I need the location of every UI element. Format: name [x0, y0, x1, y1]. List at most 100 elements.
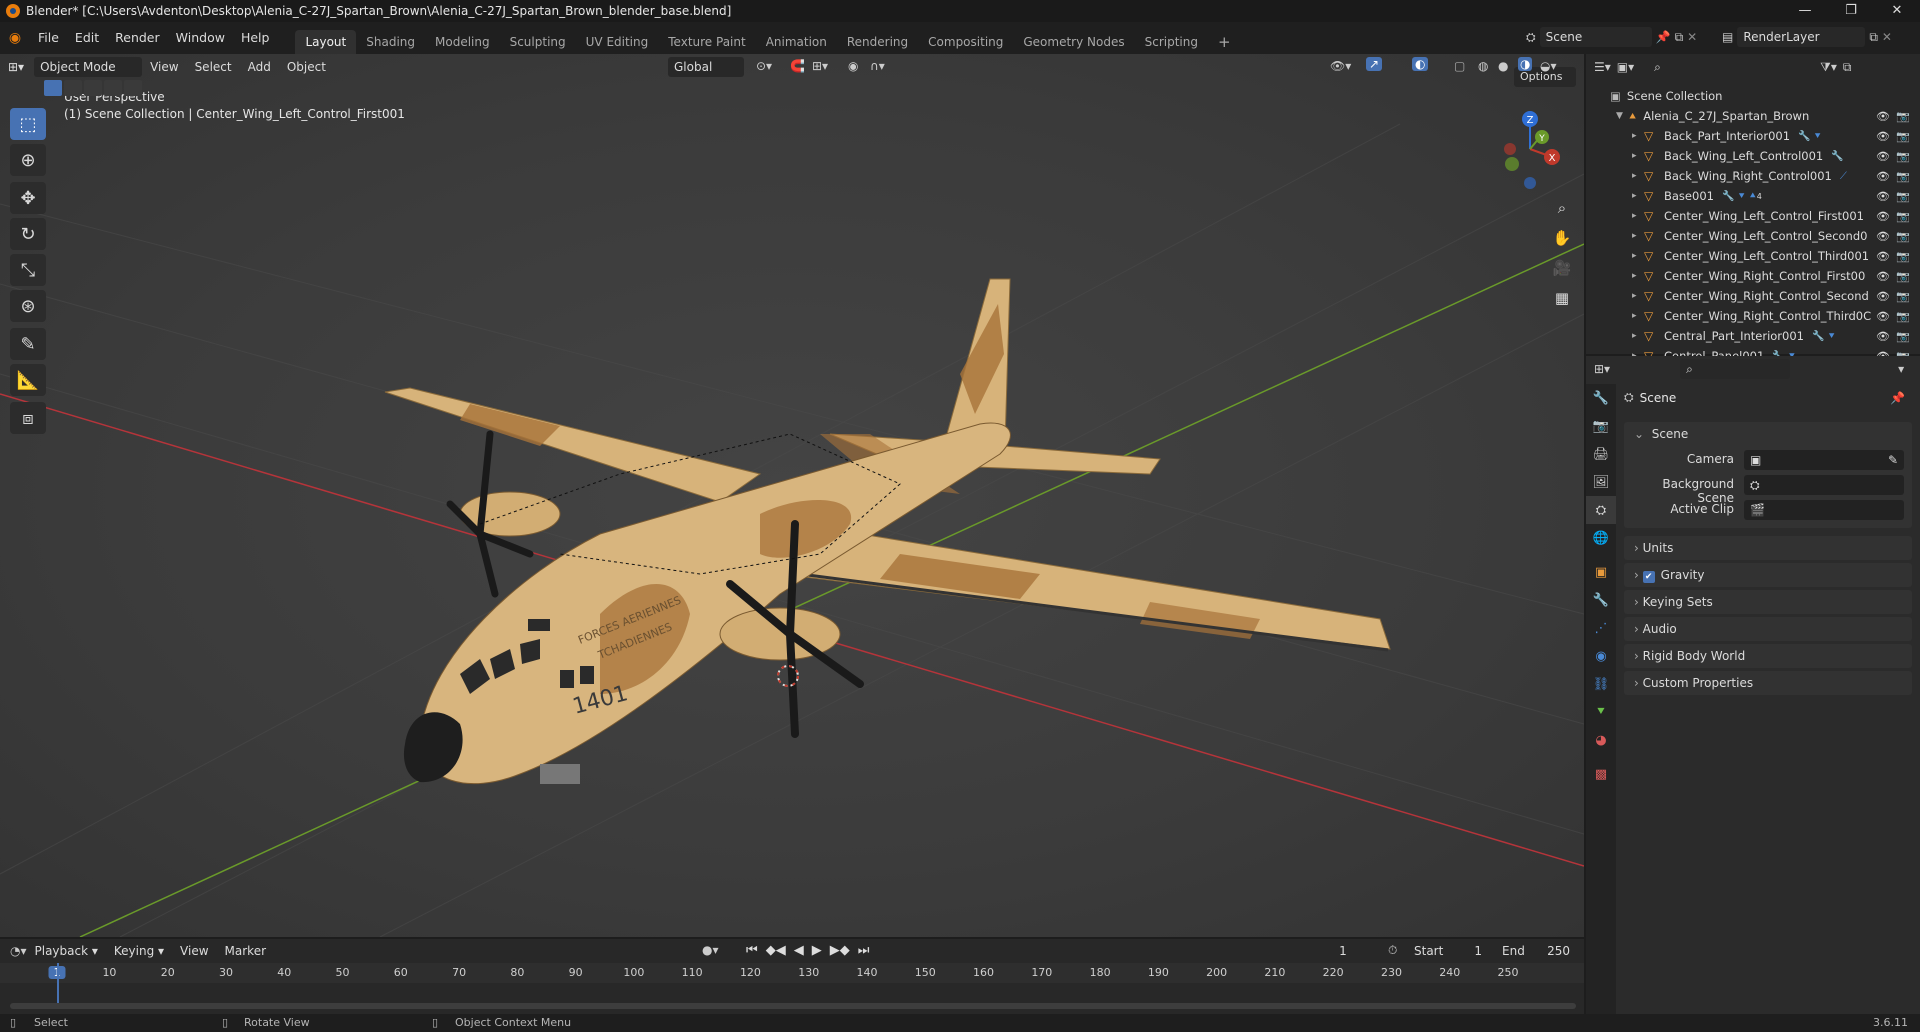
visibility-eye-icon[interactable]: 👁	[1876, 230, 1890, 243]
expand-icon[interactable]: ▸	[1632, 291, 1644, 301]
menu-file[interactable]: File	[30, 22, 67, 54]
render-camera-icon[interactable]: 📷	[1896, 170, 1910, 183]
scene-tab-icon[interactable]: ⛭	[1586, 496, 1616, 524]
jump-start-icon[interactable]: ⏮	[746, 943, 758, 958]
jump-end-icon[interactable]: ⏭	[858, 943, 870, 958]
particles-tab-icon[interactable]: ⋰	[1586, 614, 1616, 642]
menu-help[interactable]: Help	[233, 22, 278, 54]
modifier-data-icons[interactable]: 🔧	[1831, 151, 1843, 162]
outliner-item[interactable]: ▸ ▽ Center_Wing_Left_Control_Second0 👁 📷	[1586, 226, 1920, 246]
outliner-search-icon[interactable]: ⌕	[1648, 57, 1759, 77]
render-camera-icon[interactable]: 📷	[1896, 190, 1910, 203]
modifier-tab-icon[interactable]: 🔧	[1586, 586, 1616, 614]
new-scene-icon[interactable]: ⧉	[1675, 30, 1684, 45]
render-camera-icon[interactable]: 📷	[1896, 290, 1910, 303]
property-section-audio[interactable]: › Audio	[1624, 617, 1912, 641]
remove-scene-icon[interactable]: ✕	[1687, 30, 1697, 44]
visibility-eye-icon[interactable]: 👁	[1876, 190, 1890, 203]
proportional-edit-icon[interactable]: ◉	[848, 59, 858, 73]
playhead[interactable]	[57, 963, 59, 1007]
xray-icon[interactable]: ▢	[1454, 59, 1465, 73]
pin-properties-icon[interactable]: 📌	[1890, 391, 1905, 405]
transform-tool-icon[interactable]: ⊛	[10, 290, 46, 322]
menu-edit[interactable]: Edit	[67, 22, 107, 54]
marker-menu[interactable]: Marker	[217, 938, 274, 964]
tab-modeling[interactable]: Modeling	[425, 30, 500, 54]
expand-icon[interactable]: ▸	[1632, 251, 1644, 261]
new-collection-icon[interactable]: ⧉	[1843, 60, 1852, 75]
expand-icon[interactable]: ▸	[1632, 171, 1644, 181]
render-camera-icon[interactable]: 📷	[1896, 250, 1910, 263]
constraints-tab-icon[interactable]: ⛓	[1586, 670, 1616, 698]
expand-icon[interactable]: ▸	[1632, 211, 1644, 221]
keying-menu[interactable]: Keying ▾	[106, 938, 172, 964]
next-keyframe-icon[interactable]: ▶◆	[830, 943, 850, 958]
timeline-view-menu[interactable]: View	[172, 938, 216, 964]
modifier-data-icons[interactable]: 🔧 ⯆ ⯅	[1722, 191, 1757, 202]
object-tab-icon[interactable]: ▣	[1586, 558, 1616, 586]
render-camera-icon[interactable]: 📷	[1896, 270, 1910, 283]
transform-orientation[interactable]: Global	[668, 57, 744, 77]
expand-icon[interactable]: ▸	[1632, 331, 1644, 341]
mode-selector[interactable]: Object Mode	[34, 57, 143, 77]
tab-animation[interactable]: Animation	[756, 30, 837, 54]
expand-icon[interactable]: ▼	[1616, 111, 1628, 121]
pan-hand-icon[interactable]: ✋	[1548, 224, 1576, 252]
render-camera-icon[interactable]: 📷	[1896, 130, 1910, 143]
falloff-icon[interactable]: ∩▾	[870, 59, 885, 73]
tab-compositing[interactable]: Compositing	[918, 30, 1013, 54]
property-section-custom-properties[interactable]: › Custom Properties	[1624, 671, 1912, 695]
visibility-eye-icon[interactable]: 👁	[1876, 330, 1890, 343]
world-tab-icon[interactable]: 🌐	[1586, 524, 1616, 552]
expand-icon[interactable]: ▸	[1632, 271, 1644, 281]
tab-uv-editing[interactable]: UV Editing	[576, 30, 659, 54]
eyedropper-icon[interactable]: ✎	[1888, 450, 1898, 470]
tab-shading[interactable]: Shading	[356, 30, 425, 54]
tab-rendering[interactable]: Rendering	[837, 30, 918, 54]
view-layer-tab-icon[interactable]: 🖼	[1586, 468, 1616, 496]
select-invert-icon[interactable]	[104, 80, 122, 96]
outliner-item[interactable]: ▸ ▽ Center_Wing_Left_Control_First001 👁 📷	[1586, 206, 1920, 226]
pin-icon[interactable]: 📌	[1656, 30, 1671, 44]
end-frame-field[interactable]: End 250	[1496, 941, 1576, 961]
outliner-item[interactable]: ▸ ▽ Center_Wing_Left_Control_Third001 👁 📷	[1586, 246, 1920, 266]
tab-texture-paint[interactable]: Texture Paint	[658, 30, 755, 54]
annotate-tool-icon[interactable]: ✎	[10, 328, 46, 360]
outliner-item[interactable]: ▸ ▽ Back_Wing_Right_Control001 ⟋ 👁 📷	[1586, 166, 1920, 186]
outliner-item[interactable]: ▸ ▽ Center_Wing_Right_Control_First00 👁 📷	[1586, 266, 1920, 286]
snap-target-icon[interactable]: ⊞▾	[812, 59, 828, 73]
blender-menu-icon[interactable]: ◉	[0, 30, 30, 46]
outliner-item[interactable]: ▸ ▽ Back_Wing_Left_Control001 🔧 👁 📷	[1586, 146, 1920, 166]
properties-search-icon[interactable]: ⌕	[1680, 359, 1791, 379]
property-section-units[interactable]: › Units	[1624, 536, 1912, 560]
properties-editor-icon[interactable]: ⊞▾	[1594, 362, 1610, 376]
expand-icon[interactable]: ▸	[1632, 131, 1644, 141]
add-cube-tool-icon[interactable]: ⧈	[10, 402, 46, 434]
outliner-item[interactable]: ▸ ▽ Central_Part_Interior001 🔧 ⯆ 👁 📷	[1586, 326, 1920, 346]
play-reverse-icon[interactable]: ◀	[794, 943, 804, 958]
add-workspace-icon[interactable]: +	[1208, 30, 1241, 54]
select-new-icon[interactable]	[44, 80, 62, 96]
camera-field[interactable]: ▣ ✎	[1744, 450, 1904, 470]
physics-tab-icon[interactable]: ◉	[1586, 642, 1616, 670]
filter-icon[interactable]: ⧩▾	[1820, 60, 1837, 75]
property-section-rigid-body-world[interactable]: › Rigid Body World	[1624, 644, 1912, 668]
expand-icon[interactable]: ▸	[1632, 311, 1644, 321]
data-tab-icon[interactable]: ⯆	[1586, 698, 1616, 726]
object-menu[interactable]: Object	[279, 54, 334, 80]
gizmo-toggle-icon[interactable]: ↗	[1366, 57, 1383, 71]
maximize-button[interactable]: ❐	[1828, 0, 1874, 22]
visibility-eye-icon[interactable]: 👁	[1876, 250, 1890, 263]
zoom-icon[interactable]: ⌕	[1548, 194, 1576, 222]
visibility-eye-icon[interactable]: 👁	[1876, 290, 1890, 303]
render-camera-icon[interactable]: 📷	[1896, 110, 1910, 123]
solid-shading-icon[interactable]: ●	[1498, 59, 1508, 73]
select-extend-icon[interactable]	[64, 80, 82, 96]
outliner-scene-collection[interactable]: ▣ Scene Collection	[1586, 86, 1920, 106]
background-scene-field[interactable]: ⛭	[1744, 475, 1904, 495]
outliner-item[interactable]: ▸ ▽ Center_Wing_Right_Control_Second 👁 📷	[1586, 286, 1920, 306]
material-shading-icon[interactable]: ◑	[1518, 57, 1533, 71]
scale-tool-icon[interactable]: ⤡	[10, 254, 46, 286]
select-intersect-icon[interactable]	[124, 80, 142, 96]
visibility-eye-icon[interactable]: 👁	[1876, 130, 1890, 143]
